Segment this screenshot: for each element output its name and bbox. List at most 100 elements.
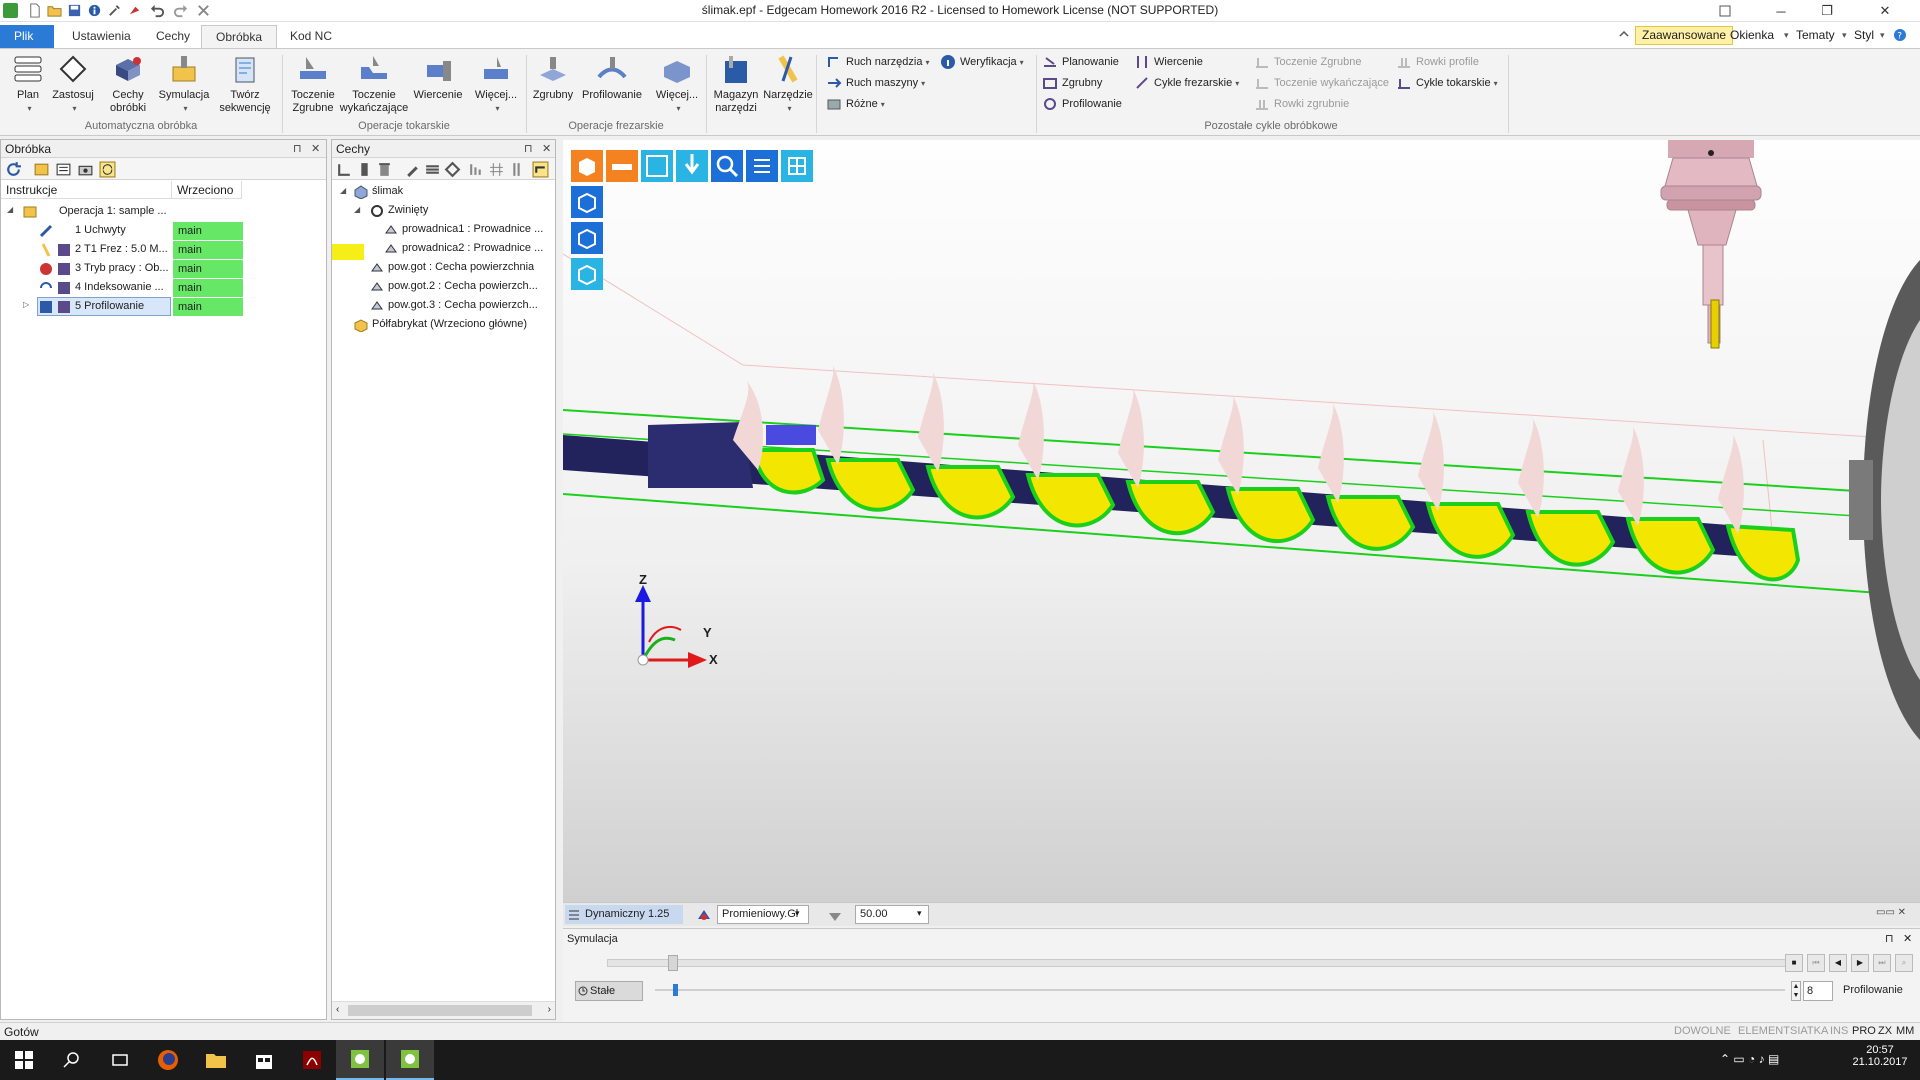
- step-count-input[interactable]: 8: [1803, 981, 1833, 1001]
- wiercenie-cycle-button[interactable]: Wiercenie: [1134, 53, 1203, 71]
- cykle-tokarskie-button[interactable]: Cykle tokarskie ▾: [1396, 74, 1498, 92]
- tolerance-icon[interactable]: [827, 907, 843, 923]
- close-button[interactable]: ✕: [1850, 0, 1920, 22]
- new-file-icon[interactable]: [27, 3, 42, 18]
- instruction-row-5[interactable]: 5 Profilowanie: [75, 297, 144, 316]
- toczenie-zgrubne-button[interactable]: Toczenie Zgrubne: [288, 53, 338, 115]
- feature-item-2[interactable]: prowadnica2 : Prowadnice ...: [402, 239, 543, 258]
- column-instrukcje[interactable]: Instrukcje: [1, 181, 172, 199]
- cancel-icon[interactable]: [196, 3, 211, 18]
- toczenie-wykanczajace-cycle-button[interactable]: Toczenie wykańczające: [1254, 74, 1389, 92]
- tree-group[interactable]: Zwinięty: [388, 201, 428, 220]
- cykle-frezarskie-button[interactable]: Cykle frezarskie ▾: [1134, 74, 1239, 92]
- redo-icon[interactable]: [173, 3, 188, 18]
- menu-styl[interactable]: Styl: [1854, 28, 1874, 42]
- play-button[interactable]: ▶: [1851, 954, 1869, 972]
- align-icon[interactable]: [468, 161, 485, 178]
- close-panel-icon[interactable]: ✕: [1903, 932, 1912, 945]
- view-grid-icon[interactable]: [781, 150, 813, 182]
- view-shade-icon[interactable]: [571, 258, 603, 290]
- collapse-ribbon-icon[interactable]: [1618, 28, 1630, 40]
- styl-caret-icon[interactable]: ▾: [1880, 30, 1885, 41]
- step-back-button[interactable]: ◀: [1829, 954, 1847, 972]
- search-button[interactable]: [48, 1040, 96, 1080]
- menu-tematy[interactable]: Tematy: [1796, 28, 1835, 42]
- shading-caret-icon[interactable]: ▾: [795, 908, 800, 919]
- minimize-button[interactable]: ─: [1758, 0, 1804, 22]
- operation-row[interactable]: Operacja 1: sample ...: [59, 202, 167, 221]
- column-wrzeciono[interactable]: Wrzeciono: [172, 181, 242, 199]
- zgrubny-cycle-button[interactable]: Zgrubny: [1042, 74, 1102, 92]
- pin-icon[interactable]: ⊓: [524, 142, 533, 155]
- instruction-row-3[interactable]: 3 Tryb pracy : Ob...: [75, 259, 169, 278]
- undo-icon[interactable]: [150, 3, 165, 18]
- tray-icons[interactable]: ⌃ ▭ ◔ ♪ ▤: [1720, 1052, 1779, 1066]
- firefox-taskbar-button[interactable]: [144, 1040, 192, 1080]
- open-folder-icon[interactable]: [47, 3, 62, 18]
- instruction-row-2[interactable]: 2 T1 Frez : 5.0 M...: [75, 240, 168, 259]
- status-element[interactable]: ELEMENT: [1738, 1025, 1790, 1037]
- toczenie-wykanczajace-button[interactable]: Toczenie wykańczające: [338, 53, 410, 115]
- start-button[interactable]: [0, 1040, 48, 1080]
- expand-root-icon[interactable]: ◢: [340, 186, 346, 195]
- status-dowolne[interactable]: DOWOLNE: [1674, 1025, 1731, 1037]
- operation-icon[interactable]: [33, 161, 50, 178]
- tab-obrobka[interactable]: Obróbka: [201, 25, 278, 49]
- store-taskbar-button[interactable]: [240, 1040, 288, 1080]
- view-layout-icon[interactable]: [641, 150, 673, 182]
- pdf-taskbar-button[interactable]: [288, 1040, 336, 1080]
- feature-item-5[interactable]: pow.got.3 : Cecha powierzch...: [388, 296, 538, 315]
- view-iso-icon[interactable]: [571, 150, 603, 182]
- zoom-sim-button[interactable]: ⌕: [1895, 954, 1913, 972]
- rowki-profile-button[interactable]: Rowki profile: [1396, 53, 1479, 71]
- diamond-icon[interactable]: [444, 161, 461, 178]
- ruch-narzedzia-button[interactable]: Ruch narzędzia ▾: [826, 53, 929, 71]
- view-side-icon[interactable]: [571, 222, 603, 254]
- zastosuj-button[interactable]: Zastosuj ▾: [50, 53, 96, 115]
- status-mm[interactable]: MM: [1896, 1025, 1914, 1037]
- tab-kod-nc[interactable]: Kod NC: [276, 25, 346, 48]
- cechy-obrobki-button[interactable]: Cechy obróbki: [104, 53, 152, 115]
- machine-icon[interactable]: [77, 161, 94, 178]
- clock[interactable]: 20:57 21.10.2017: [1852, 1044, 1908, 1068]
- status-ins[interactable]: INS: [1830, 1025, 1848, 1037]
- delete-icon[interactable]: [376, 161, 393, 178]
- feature-item-3[interactable]: pow.got : Cecha powierzchnia: [388, 258, 534, 277]
- scroll-right-icon[interactable]: ›: [548, 1004, 551, 1015]
- ruch-maszyny-button[interactable]: Ruch maszyny ▾: [826, 74, 925, 92]
- task-view-button[interactable]: [96, 1040, 144, 1080]
- rozne-button[interactable]: Różne ▾: [826, 95, 885, 113]
- toczenie-zgrubne-cycle-button[interactable]: Toczenie Zgrubne: [1254, 53, 1361, 71]
- refresh-icon[interactable]: [5, 161, 22, 178]
- scroll-left-icon[interactable]: ‹: [336, 1004, 339, 1015]
- sync-icon[interactable]: [99, 161, 116, 178]
- rowki-zgrubnie-button[interactable]: Rowki zgrubnie: [1254, 95, 1349, 113]
- feature-item-1[interactable]: prowadnica1 : Prowadnice ...: [402, 220, 543, 239]
- explorer-taskbar-button[interactable]: [192, 1040, 240, 1080]
- zoom-icon[interactable]: [711, 150, 743, 182]
- viewport-window-controls[interactable]: ▭▭ ✕: [1876, 907, 1906, 918]
- cylinder-icon[interactable]: [356, 161, 373, 178]
- save-icon[interactable]: [67, 3, 82, 18]
- simulation-thumb[interactable]: [668, 955, 678, 971]
- active-filter-icon[interactable]: [532, 161, 549, 178]
- edgecam-taskbar-button-2[interactable]: [386, 1040, 434, 1080]
- step-spinner[interactable]: ▲ ▼: [1791, 981, 1801, 1001]
- list-icon[interactable]: [55, 161, 72, 178]
- instruction-row-1[interactable]: 1 Uchwyty: [75, 221, 126, 240]
- planowanie-button[interactable]: Planowanie: [1042, 53, 1119, 71]
- wiecej-turning-button[interactable]: Więcej... ▾: [470, 53, 522, 115]
- weryfikacja-button[interactable]: Weryfikacja ▾: [940, 53, 1024, 71]
- hash-icon[interactable]: [488, 161, 505, 178]
- last-button[interactable]: ⏭: [1873, 954, 1891, 972]
- menu-okienka[interactable]: Okienka: [1730, 28, 1774, 42]
- close-panel-icon[interactable]: ✕: [542, 142, 551, 155]
- instruction-row-4[interactable]: 4 Indeksowanie ...: [75, 278, 164, 297]
- horizontal-scrollbar[interactable]: ‹ ›: [332, 1001, 555, 1019]
- close-panel-icon[interactable]: ✕: [311, 142, 320, 155]
- view-tool-icon[interactable]: [676, 150, 708, 182]
- plan-button[interactable]: Plan ▾: [10, 53, 46, 115]
- tab-cechy[interactable]: Cechy: [142, 25, 204, 48]
- status-siatka[interactable]: SIATKA: [1790, 1025, 1828, 1037]
- graphics-viewport[interactable]: Z Y X: [563, 140, 1920, 902]
